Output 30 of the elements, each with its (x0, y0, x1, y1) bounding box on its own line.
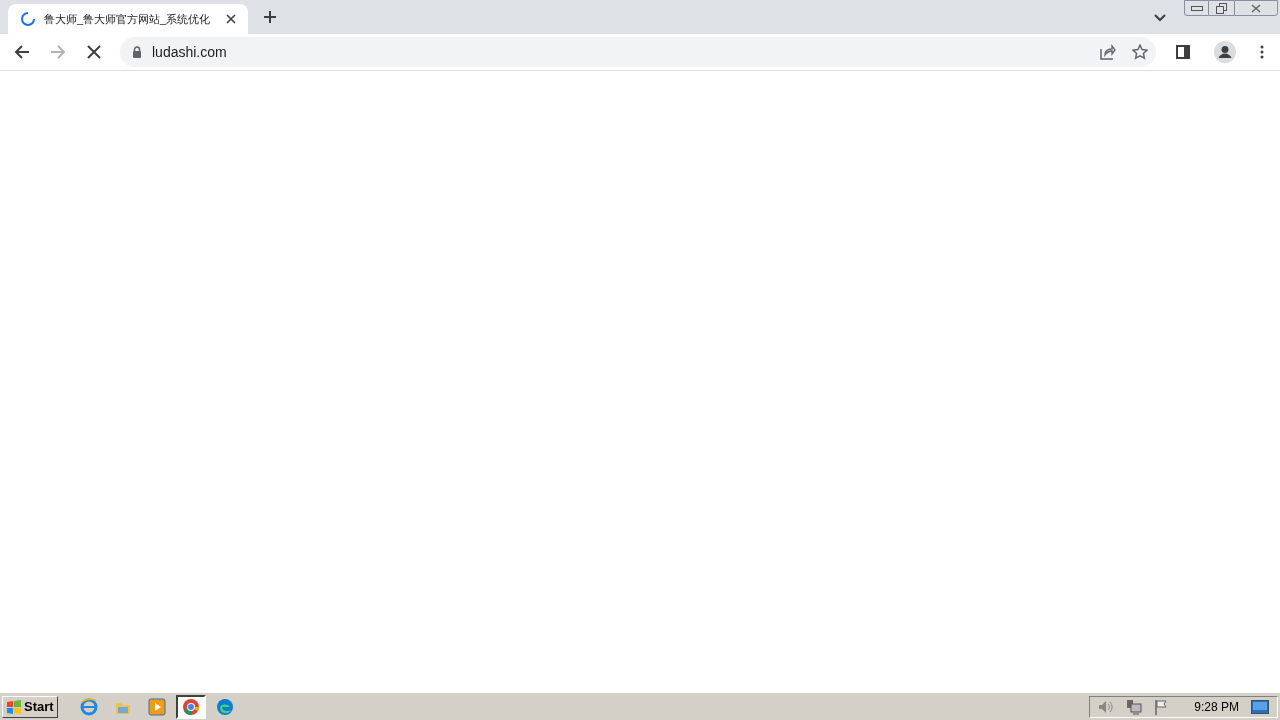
browser-e-icon (79, 697, 98, 716)
profile-avatar-icon[interactable] (1214, 41, 1236, 63)
windows-logo-icon (6, 698, 22, 715)
lock-icon (132, 46, 142, 58)
forward-arrow-icon (50, 44, 66, 60)
close-icon (1251, 3, 1261, 13)
minimize-button[interactable] (1184, 0, 1209, 16)
browser-tab[interactable]: 鲁大师_鲁大师官方网站_系统优化 (8, 4, 248, 34)
side-panel-icon[interactable] (1176, 45, 1190, 59)
chevron-down-icon (1154, 14, 1166, 22)
minimize-icon (1190, 5, 1203, 11)
show-desktop-icon[interactable] (1251, 699, 1269, 714)
share-icon[interactable] (1100, 44, 1116, 60)
media-player-icon (147, 697, 166, 716)
url-text: ludashi.com (152, 42, 227, 62)
address-bar[interactable]: ludashi.com (120, 37, 1156, 67)
start-button[interactable]: Start (2, 695, 58, 718)
taskbar-app-button[interactable] (175, 694, 206, 719)
edge-icon (215, 697, 234, 716)
clock-text: 9:28 PM (1194, 698, 1239, 716)
close-tab-icon[interactable] (226, 14, 236, 24)
bookmark-star-icon[interactable] (1132, 44, 1148, 60)
network-icon[interactable] (1126, 698, 1143, 715)
menu-icon[interactable] (1260, 45, 1264, 59)
chrome-icon (181, 697, 200, 716)
back-arrow-icon (14, 44, 30, 60)
plus-icon (263, 10, 277, 24)
restore-button[interactable] (1209, 0, 1234, 16)
tab-title: 鲁大师_鲁大师官方网站_系统优化 (44, 11, 212, 27)
close-button[interactable] (1234, 0, 1278, 16)
